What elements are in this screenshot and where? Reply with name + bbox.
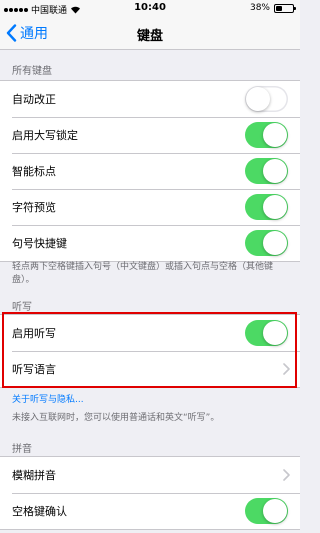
row-label: 模糊拼音 bbox=[12, 469, 56, 482]
row-label: 启用大写锁定 bbox=[12, 129, 78, 142]
toggle-knob bbox=[263, 321, 287, 345]
toggle-knob bbox=[246, 87, 270, 111]
auto-correct-toggle[interactable] bbox=[245, 86, 288, 112]
period-shortcut-toggle[interactable] bbox=[245, 230, 288, 256]
chevron-right-icon bbox=[283, 363, 290, 375]
row-character-preview[interactable]: 字符预览 bbox=[0, 189, 300, 225]
row-label: 启用听写 bbox=[12, 327, 56, 340]
battery-icon bbox=[274, 3, 296, 13]
toggle-knob bbox=[263, 195, 287, 219]
toggle-knob bbox=[263, 159, 287, 183]
toggle-knob bbox=[263, 231, 287, 255]
group-pinyin: 模糊拼音 空格键确认 bbox=[0, 456, 300, 530]
status-bar: 中国联通 10:40 38% bbox=[0, 0, 300, 18]
toggle-knob bbox=[263, 123, 287, 147]
row-label: 听写语言 bbox=[12, 363, 56, 376]
row-period-shortcut[interactable]: 句号快捷键 bbox=[0, 225, 300, 261]
row-label: 自动改正 bbox=[12, 93, 56, 106]
chevron-right-icon bbox=[283, 469, 290, 481]
dictation-footer-note: 未接入互联网时，您可以使用普通话和英文“听写”。 bbox=[12, 413, 220, 423]
row-smart-punctuation[interactable]: 智能标点 bbox=[0, 153, 300, 189]
battery-percent: 38% bbox=[249, 3, 270, 13]
status-right: 38% bbox=[249, 3, 296, 13]
character-preview-toggle[interactable] bbox=[245, 194, 288, 220]
row-label: 智能标点 bbox=[12, 165, 56, 178]
row-fuzzy-pinyin[interactable]: 模糊拼音 bbox=[0, 457, 300, 493]
section-header-pinyin: 拼音 bbox=[12, 444, 32, 455]
row-label: 字符预览 bbox=[12, 201, 56, 214]
section-header-dictation: 听写 bbox=[12, 302, 32, 313]
row-label: 句号快捷键 bbox=[12, 237, 67, 250]
row-space-confirm[interactable]: 空格键确认 bbox=[0, 493, 300, 529]
battery-fill bbox=[276, 5, 283, 11]
caps-lock-toggle[interactable] bbox=[245, 122, 288, 148]
enable-dictation-toggle[interactable] bbox=[245, 320, 288, 346]
row-enable-dictation[interactable]: 启用听写 bbox=[0, 315, 300, 351]
group-dictation: 启用听写 听写语言 bbox=[0, 314, 300, 388]
toggle-knob bbox=[263, 499, 287, 523]
navigation-bar: 通用 键盘 bbox=[0, 18, 300, 50]
group-all-keyboards: 自动改正 启用大写锁定 智能标点 字符预览 句号快捷键 bbox=[0, 80, 300, 262]
row-auto-correct[interactable]: 自动改正 bbox=[0, 81, 300, 117]
row-dictation-language[interactable]: 听写语言 bbox=[0, 351, 300, 387]
row-label: 空格键确认 bbox=[12, 505, 67, 518]
page-title: 键盘 bbox=[136, 29, 163, 44]
keyboards-footer-note: 轻点两下空格键插入句号（中文键盘）或插入句点与空格（其他键盘）。 bbox=[12, 262, 274, 285]
dictation-privacy-link[interactable]: 关于听写与隐私... bbox=[12, 392, 84, 405]
space-confirm-toggle[interactable] bbox=[245, 498, 288, 524]
section-header-all-keyboards: 所有键盘 bbox=[12, 66, 52, 77]
row-caps-lock[interactable]: 启用大写锁定 bbox=[0, 117, 300, 153]
smart-punctuation-toggle[interactable] bbox=[245, 158, 288, 184]
